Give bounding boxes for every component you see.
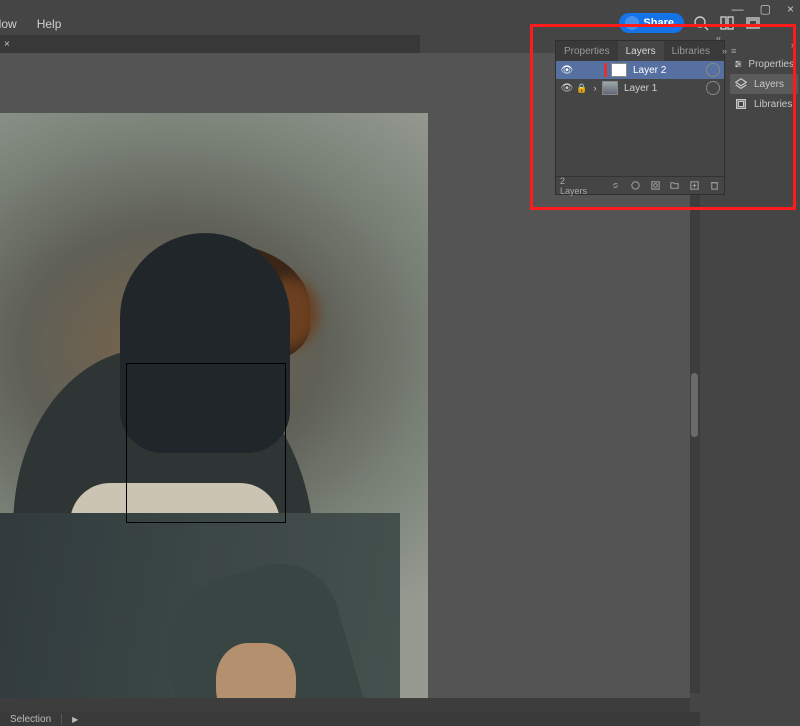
- menu-window[interactable]: ndow: [0, 17, 27, 31]
- layer-quick-icon[interactable]: [706, 81, 720, 95]
- menu-help[interactable]: Help: [27, 17, 72, 31]
- status-flyout-icon[interactable]: ▶: [72, 715, 78, 724]
- color-label: [604, 63, 607, 77]
- visibility-icon[interactable]: 👁: [560, 83, 574, 94]
- dock-libraries[interactable]: Libraries: [730, 94, 798, 114]
- document-canvas[interactable]: [0, 113, 428, 701]
- tab-layers[interactable]: Layers: [618, 41, 664, 61]
- workspace-grid-icon[interactable]: [718, 14, 736, 32]
- link-layers-icon[interactable]: [610, 180, 622, 192]
- layer-thumbnail[interactable]: [611, 63, 627, 77]
- layer-row[interactable]: 👁 Layer 2: [556, 61, 724, 79]
- screen-mode-icon[interactable]: [744, 14, 762, 32]
- layer-thumbnail[interactable]: [602, 81, 618, 95]
- layer-mask-icon[interactable]: [649, 180, 661, 192]
- expand-icon[interactable]: ›: [590, 83, 600, 93]
- dock-layers[interactable]: Layers: [730, 74, 798, 94]
- layer-name[interactable]: Layer 1: [620, 83, 704, 94]
- horizontal-scrollbar[interactable]: [0, 698, 690, 712]
- delete-layer-icon[interactable]: [708, 180, 720, 192]
- layer-quick-icon[interactable]: [706, 63, 720, 77]
- new-layer-icon[interactable]: [689, 180, 701, 192]
- search-icon[interactable]: [692, 14, 710, 32]
- tab-properties[interactable]: Properties: [556, 41, 618, 61]
- layer-name[interactable]: Layer 2: [629, 65, 704, 76]
- share-label: Share: [643, 17, 674, 29]
- tab-libraries[interactable]: Libraries: [664, 41, 718, 61]
- panel-menu-icon[interactable]: ≡: [731, 46, 736, 56]
- selection-marquee[interactable]: [126, 363, 286, 523]
- layer-row[interactable]: 👁🔒› Layer 1: [556, 79, 724, 97]
- document-tab-bar: ×: [0, 35, 420, 53]
- layer-style-icon[interactable]: [629, 180, 641, 192]
- panel-dock: » Properties Layers Libraries: [728, 40, 800, 700]
- panel-collapse-handle[interactable]: «: [555, 33, 725, 38]
- status-bar: Selection ▶: [0, 712, 700, 726]
- share-button[interactable]: Share: [619, 13, 684, 33]
- status-mode: Selection: [10, 714, 51, 725]
- panel-expand-icon[interactable]: »: [722, 46, 727, 56]
- lock-icon[interactable]: 🔒: [576, 83, 588, 94]
- visibility-icon[interactable]: 👁: [560, 65, 574, 76]
- tab-close-icon[interactable]: ×: [4, 39, 10, 50]
- avatar-icon: [625, 16, 639, 30]
- dock-expand-icon[interactable]: »: [791, 40, 796, 54]
- layer-count-label: 2 Layers: [560, 176, 594, 196]
- layers-panel: Properties Layers Libraries » ≡ 👁Layer 2…: [555, 40, 725, 195]
- new-group-icon[interactable]: [669, 180, 681, 192]
